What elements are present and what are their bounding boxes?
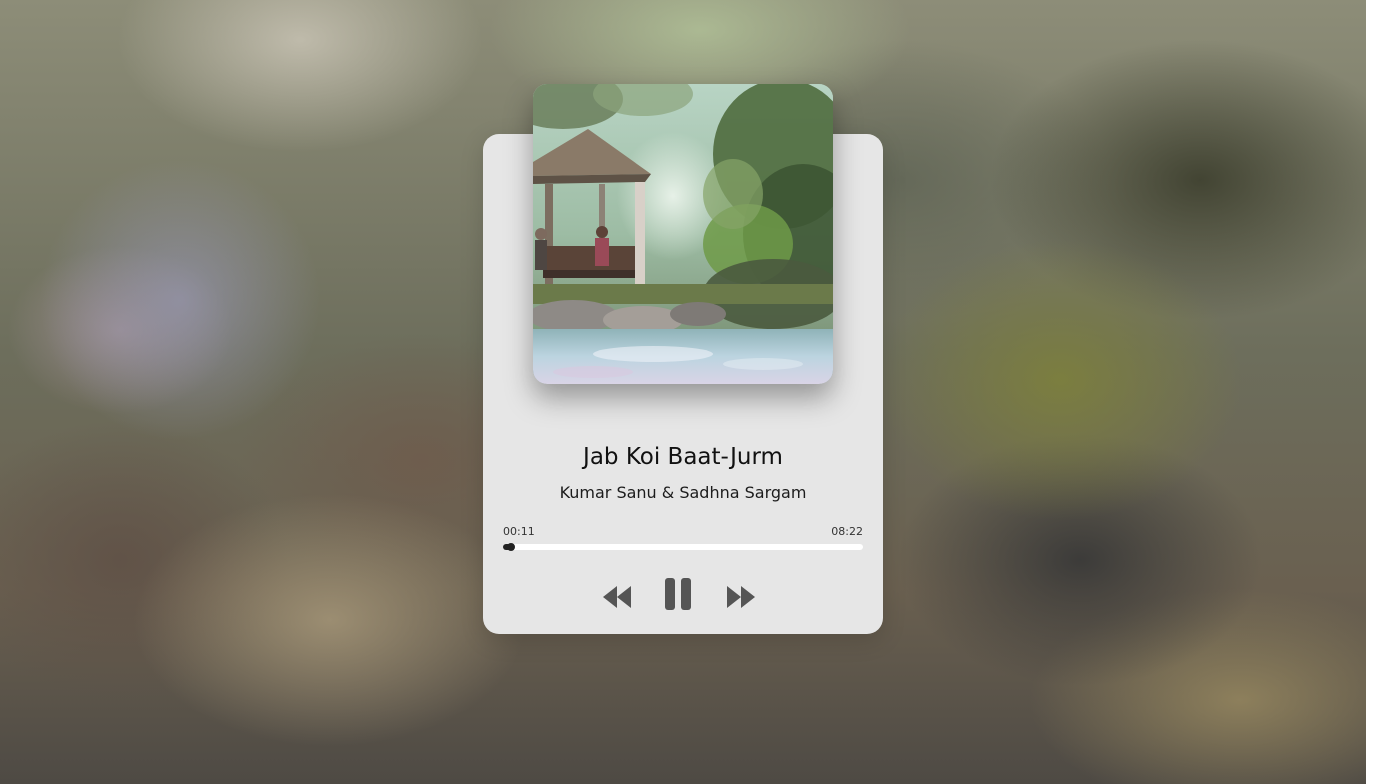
pause-icon: [665, 578, 691, 610]
fast-forward-icon: [727, 586, 755, 608]
current-time: 00:11: [503, 525, 535, 538]
pause-button[interactable]: [661, 572, 701, 622]
progress-bar-thumb[interactable]: [506, 543, 515, 551]
rewind-icon: [603, 586, 631, 608]
song-title: Jab Koi Baat-Jurm: [583, 444, 783, 470]
playback-controls: [583, 572, 783, 622]
album-cover-image: [533, 84, 833, 384]
previous-button[interactable]: [599, 572, 639, 622]
total-duration: 08:22: [831, 525, 863, 538]
page-gutter: [1366, 0, 1376, 784]
next-button[interactable]: [721, 572, 761, 622]
page: Jab Koi Baat-Jurm Kumar Sanu & Sadhna Sa…: [0, 0, 1376, 784]
progress-bar[interactable]: [503, 543, 863, 551]
album-cover-illustration: [533, 84, 833, 384]
song-artist: Kumar Sanu & Sadhna Sargam: [559, 483, 807, 502]
